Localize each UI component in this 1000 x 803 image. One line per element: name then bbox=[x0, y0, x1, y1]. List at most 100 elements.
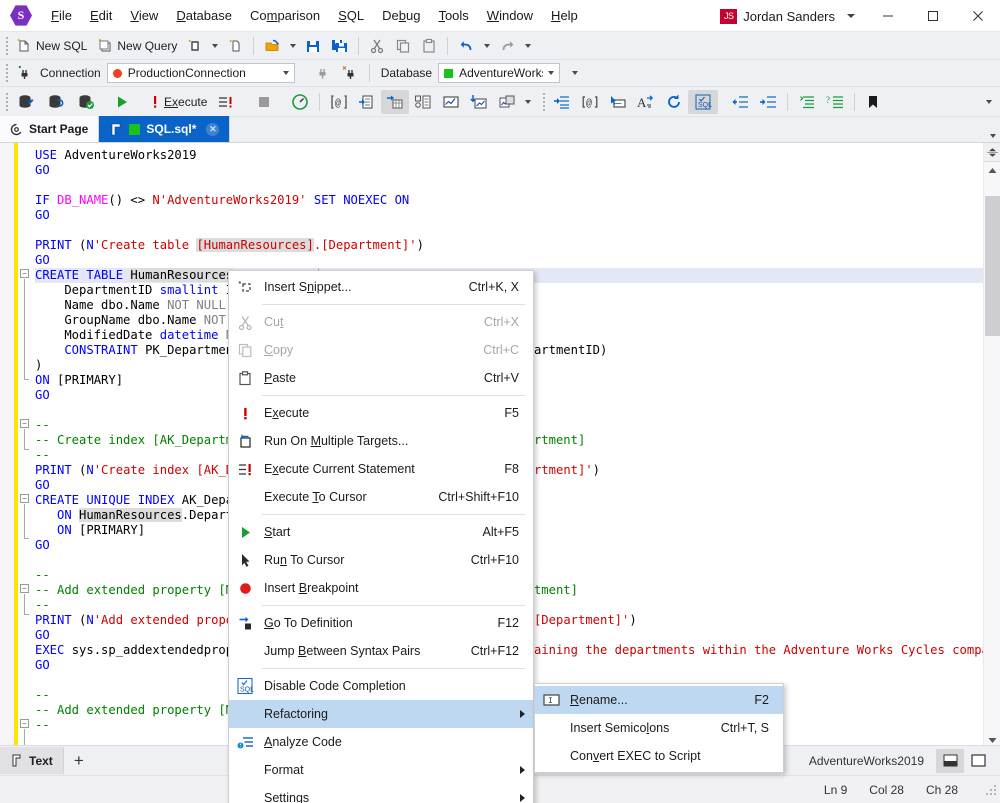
new-sql-button[interactable]: New SQL bbox=[11, 34, 92, 58]
menu-comparison[interactable]: Comparison bbox=[241, 3, 329, 28]
refresh-button[interactable] bbox=[660, 90, 688, 114]
tab-close-icon[interactable]: ✕ bbox=[206, 123, 219, 136]
menu-sql[interactable]: SQL bbox=[329, 3, 373, 28]
indent-left-button[interactable] bbox=[548, 90, 576, 114]
menu-tools[interactable]: Tools bbox=[429, 3, 477, 28]
close-button[interactable] bbox=[955, 0, 1000, 32]
menu-item[interactable]: PasteCtrl+V bbox=[229, 364, 533, 392]
menu-window[interactable]: Window bbox=[478, 3, 542, 28]
bookmark-button[interactable] bbox=[860, 90, 886, 114]
copy-button[interactable] bbox=[390, 34, 416, 58]
select-block-button[interactable] bbox=[604, 90, 632, 114]
at-bracket-button[interactable]: @ bbox=[576, 90, 604, 114]
connection-dropdown-arrow[interactable] bbox=[278, 71, 294, 75]
connection-toolbar-overflow[interactable] bbox=[568, 61, 582, 85]
toolbar-grip[interactable] bbox=[2, 36, 11, 56]
menu-item[interactable]: Format bbox=[229, 756, 533, 784]
menu-item[interactable]: Insert Snippet...Ctrl+K, X bbox=[229, 273, 533, 301]
menu-edit[interactable]: Edit bbox=[81, 3, 121, 28]
menu-debug[interactable]: Debug bbox=[373, 3, 429, 28]
menu-item[interactable]: StartAlt+F5 bbox=[229, 518, 533, 546]
menu-item[interactable]: Jump Between Syntax PairsCtrl+F12 bbox=[229, 637, 533, 665]
fold-box-comment-2[interactable]: − bbox=[20, 584, 29, 593]
undo-button[interactable] bbox=[453, 34, 480, 58]
results-text-tab[interactable]: Text bbox=[0, 747, 64, 774]
menu-item[interactable]: Analyze Code bbox=[229, 728, 533, 756]
tab-start-page[interactable]: Start Page bbox=[0, 116, 99, 142]
results-add-tab[interactable]: + bbox=[64, 751, 94, 771]
menu-item[interactable]: Run To CursorCtrl+F10 bbox=[229, 546, 533, 574]
menu-item[interactable]: IRename...F2 bbox=[535, 686, 783, 714]
new-document-button[interactable] bbox=[222, 34, 248, 58]
editor-fold-margin[interactable]: − − − − − bbox=[18, 143, 32, 749]
connection-combobox[interactable]: ProductionConnection bbox=[107, 63, 295, 83]
at-button[interactable]: @ bbox=[325, 90, 353, 114]
redo-button[interactable] bbox=[494, 34, 521, 58]
fold-box-create-table[interactable]: − bbox=[20, 269, 29, 278]
editor-vertical-scrollbar[interactable] bbox=[983, 143, 1000, 749]
exec-toolbar-grip2[interactable] bbox=[539, 92, 548, 112]
maximize-button[interactable] bbox=[910, 0, 955, 32]
new-query-button[interactable]: New Query bbox=[92, 34, 182, 58]
menu-file[interactable]: File bbox=[42, 3, 81, 28]
menu-item[interactable]: SQLDisable Code Completion bbox=[229, 672, 533, 700]
menu-view[interactable]: View bbox=[121, 3, 167, 28]
open-folder-dropdown[interactable] bbox=[286, 34, 300, 58]
object-props-button[interactable] bbox=[409, 90, 437, 114]
chart-button[interactable] bbox=[437, 90, 465, 114]
menu-item[interactable]: Insert Breakpoint bbox=[229, 574, 533, 602]
new-connection-button[interactable] bbox=[11, 61, 38, 85]
menu-item[interactable]: Convert EXEC to Script bbox=[535, 742, 783, 770]
menu-help[interactable]: Help bbox=[542, 3, 587, 28]
open-folder-button[interactable] bbox=[259, 34, 286, 58]
menu-item[interactable]: ExecuteF5 bbox=[229, 399, 533, 427]
view-results-tab-button[interactable] bbox=[964, 749, 992, 773]
menu-item[interactable]: Insert SemicolonsCtrl+T, S bbox=[535, 714, 783, 742]
outdent-button[interactable] bbox=[726, 90, 754, 114]
uncomment-button[interactable]: ? bbox=[821, 90, 849, 114]
connect-db-button[interactable] bbox=[11, 90, 41, 114]
scroll-up-button[interactable] bbox=[984, 162, 1000, 179]
insert-table-button[interactable] bbox=[381, 90, 409, 114]
editor-context-menu[interactable]: Insert Snippet...Ctrl+K, XCutCtrl+XCopyC… bbox=[228, 270, 534, 803]
split-view-handle[interactable] bbox=[984, 143, 1000, 162]
fold-box-comment-1[interactable]: − bbox=[20, 419, 29, 428]
close-connection-button[interactable] bbox=[336, 61, 364, 85]
new-file-button[interactable] bbox=[182, 34, 208, 58]
minimize-button[interactable] bbox=[865, 0, 910, 32]
speedometer-button[interactable] bbox=[286, 90, 314, 114]
fold-box-comment-3[interactable]: − bbox=[20, 719, 29, 728]
execute-button[interactable]: Execute bbox=[145, 90, 212, 114]
exec-toolbar-overflow[interactable] bbox=[982, 90, 996, 114]
chevron-down-icon[interactable] bbox=[847, 14, 855, 18]
vertical-scroll-thumb[interactable] bbox=[985, 196, 1000, 336]
menu-item[interactable]: Run On Multiple Targets... bbox=[229, 427, 533, 455]
tab-sql-sql[interactable]: SQL.sql* ✕ bbox=[99, 116, 230, 142]
execute-statement-button[interactable] bbox=[212, 90, 240, 114]
paste-button[interactable] bbox=[416, 34, 442, 58]
paste-grid-button[interactable] bbox=[353, 90, 381, 114]
resize-grip-icon[interactable] bbox=[984, 783, 998, 797]
menu-item[interactable]: Settings bbox=[229, 784, 533, 803]
refactoring-submenu[interactable]: IRename...F2Insert SemicolonsCtrl+T, SCo… bbox=[534, 683, 784, 773]
save-button[interactable] bbox=[300, 34, 326, 58]
stop-button[interactable] bbox=[252, 90, 276, 114]
menu-item[interactable]: Go To DefinitionF12 bbox=[229, 609, 533, 637]
comment-button[interactable] bbox=[793, 90, 821, 114]
view-results-below-button[interactable] bbox=[936, 749, 964, 773]
menu-database[interactable]: Database bbox=[167, 3, 241, 28]
tabstrip-overflow[interactable] bbox=[990, 134, 996, 138]
indent-button[interactable] bbox=[754, 90, 782, 114]
database-combobox[interactable]: AdventureWorks20... bbox=[438, 63, 560, 83]
menu-item[interactable]: Refactoring bbox=[229, 700, 533, 728]
report-dropdown[interactable] bbox=[521, 90, 535, 114]
execute-toolbar-grip[interactable] bbox=[2, 92, 11, 112]
sql-check-button[interactable]: SQL bbox=[688, 90, 718, 114]
account-button[interactable]: JS Jordan Sanders bbox=[716, 9, 839, 24]
disconnect-button[interactable] bbox=[309, 61, 336, 85]
fold-box-create-index[interactable]: − bbox=[20, 494, 29, 503]
redo-dropdown[interactable] bbox=[521, 34, 535, 58]
menu-item[interactable]: Execute Current StatementF8 bbox=[229, 455, 533, 483]
db-ok-button[interactable] bbox=[71, 90, 101, 114]
connection-toolbar-grip[interactable] bbox=[2, 63, 11, 83]
